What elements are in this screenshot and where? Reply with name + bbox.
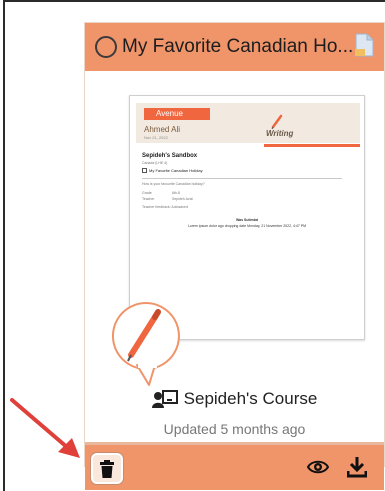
card-footer (85, 442, 384, 490)
classroom-icon (151, 390, 178, 408)
divider (142, 178, 342, 179)
window-edge-left (3, 0, 5, 491)
download-icon[interactable] (347, 456, 367, 478)
assignment-card[interactable]: My Favorite Canadian Ho... Avenue Ahmed … (84, 22, 385, 490)
thumb-grade-label: Grade (142, 191, 152, 195)
thumb-assignment: My Favorite Canadian Holiday (142, 168, 203, 173)
eye-icon[interactable] (307, 458, 329, 476)
thumb-footer-title: Was Sutimbd (235, 218, 259, 222)
delete-button[interactable] (91, 453, 123, 484)
thumb-assignment-label: My Favorite Canadian Holiday (149, 168, 203, 173)
pen-badge-icon (111, 302, 180, 386)
window-edge-top (3, 0, 385, 2)
thumb-header: Avenue Ahmed Ali Nov 21, 2022 Writing (136, 103, 360, 147)
thumb-student-name: Ahmed Ali (144, 125, 181, 134)
thumb-footer-line: Lorem ipsum dolor ago dropping date Mond… (187, 224, 307, 228)
thumb-sandbox-sub: Canada (LHE 4) (142, 161, 168, 165)
annotation-arrow-icon (10, 398, 80, 458)
pen-icon (271, 114, 283, 129)
thumb-grade-value: 6th-8 (172, 191, 180, 195)
thumb-teacher-label: Teacher (142, 197, 155, 201)
course-row: Sepideh's Course (85, 386, 384, 412)
thumb-feedback: Teacher feedback: Autosaved (142, 205, 188, 209)
trash-icon (100, 459, 114, 478)
thumb-heading: Writing (266, 129, 294, 138)
checkbox-icon (142, 168, 147, 173)
page: My Favorite Canadian Ho... Avenue Ahmed … (0, 0, 385, 491)
thumb-ribbon: Avenue (144, 108, 210, 120)
updated-text: Updated 5 months ago (163, 421, 306, 437)
thumb-teacher-value: Sepideh Azizi (172, 197, 194, 201)
course-name: Sepideh's Course (183, 389, 318, 408)
card-title[interactable]: My Favorite Canadian Ho... (122, 36, 353, 58)
thumb-prompt: How is your favourite Canadian holiday? (142, 182, 205, 186)
card-header: My Favorite Canadian Ho... (85, 23, 384, 71)
thumb-date: Nov 21, 2022 (144, 135, 168, 140)
document-icon (355, 33, 374, 57)
thumb-sandbox-title: Sepideh's Sandbox (142, 153, 198, 159)
thumb-accent-bar (264, 144, 360, 147)
select-radio[interactable] (95, 36, 117, 58)
